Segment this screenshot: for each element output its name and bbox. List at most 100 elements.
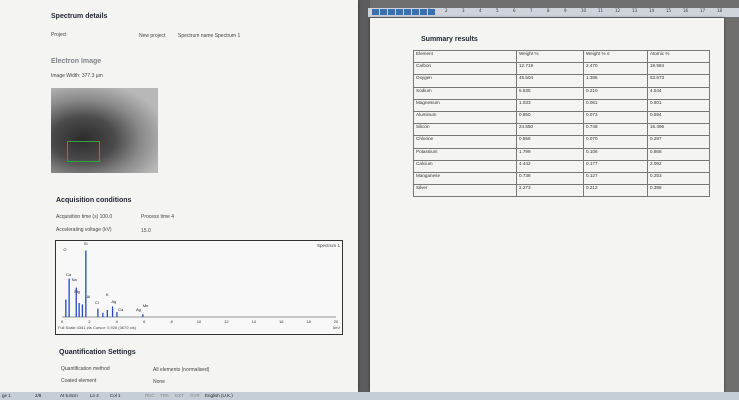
value-cell: 0.073 — [583, 110, 648, 125]
report-page-left: Spectrum details Project New project Spe… — [0, 0, 358, 392]
ruler-number: 8 — [547, 8, 550, 13]
table-header-row: Element Weight % Weight % σ Atomic % — [413, 49, 710, 64]
peak-label: Mn — [143, 303, 149, 308]
quantification-heading: Quantification Settings — [59, 349, 136, 356]
value-cell: 0.556 — [516, 135, 584, 149]
status-ext[interactable]: EXT — [175, 393, 184, 398]
summary-results-table: Element Weight % Weight % σ Atomic % Carbon 1… — [413, 49, 710, 198]
value-cell: 4.442 — [516, 159, 584, 173]
electron-image — [51, 88, 158, 173]
x-tick-label: 2 — [88, 319, 91, 324]
column-header: Atomic % — [647, 49, 710, 64]
status-bar: ge 1 2/8 At 5.8cm Ln 4 Col 1 REC TRK EXT… — [0, 392, 739, 400]
value-cell: 0.127 — [583, 171, 648, 186]
value-cell: 0.868 — [647, 147, 710, 161]
project-value: New project — [139, 33, 166, 39]
column-header: Element — [413, 49, 517, 64]
ruler-number: 17 — [700, 8, 706, 13]
value-cell: 12.719 — [516, 62, 584, 76]
status-ln: Ln 4 — [90, 393, 99, 398]
status-trk[interactable]: TRK — [160, 393, 169, 398]
value-cell: 0.398 — [647, 184, 710, 198]
x-tick-label: 6 — [143, 319, 146, 324]
peak-label: Mg — [74, 289, 80, 294]
column-header: Weight % σ — [583, 49, 648, 64]
electron-image-heading: Electron Image — [51, 58, 102, 65]
spectrum-footer: Full Scale 4341 cts Cursor: 0.926 (3670 … — [58, 325, 137, 330]
element-cell: Silver — [413, 184, 517, 198]
table-row: Silver 2.273 0.212 0.398 — [413, 184, 710, 198]
ruler-marker — [420, 9, 427, 15]
quant-method-value: All elements (normalised) — [153, 367, 210, 373]
ruler-marker — [404, 9, 411, 15]
status-col: Col 1 — [110, 393, 121, 398]
x-tick-label: 4 — [116, 319, 119, 324]
element-cell: Oxygen — [413, 74, 517, 88]
value-cell: 0.212 — [583, 184, 648, 198]
x-tick-label: 16 — [279, 319, 284, 324]
project-label: Project — [51, 32, 67, 38]
value-cell: 0.210 — [583, 86, 648, 100]
element-cell: Silicon — [413, 123, 517, 137]
value-cell: 19.984 — [647, 62, 710, 76]
x-tick-label: 12 — [224, 319, 229, 324]
value-cell: 0.070 — [583, 135, 648, 149]
x-tick-label: 14 — [252, 319, 257, 324]
coated-value: None — [153, 379, 165, 385]
value-cell: 16.496 — [647, 123, 710, 137]
table-row: Oxygen 45.504 1.386 53.673 — [413, 74, 710, 88]
peak-label: O — [63, 247, 66, 252]
peak-label: Si — [84, 241, 88, 246]
table-row: Aluminum 0.850 0.073 0.594 — [413, 110, 710, 125]
value-cell: 0.801 — [647, 98, 710, 112]
value-cell: 5.535 — [516, 86, 584, 100]
element-cell: Chlorine — [413, 135, 517, 149]
value-cell: 1.799 — [516, 147, 584, 161]
status-page: ge 1 — [2, 393, 11, 398]
ruler-number: 12 — [615, 8, 621, 13]
table-row: Silicon 24.550 0.748 16.496 — [413, 123, 710, 137]
status-ovr[interactable]: OVR — [190, 393, 200, 398]
x-tick-label: 8 — [170, 319, 173, 324]
value-cell: 2.092 — [647, 159, 710, 173]
accelerating-voltage-label: Accelerating voltage (kV) — [56, 227, 112, 233]
ruler-marker — [396, 9, 403, 15]
peak-label: Ag — [111, 299, 116, 304]
ruler-marker — [388, 9, 395, 15]
table-row: Calcium 4.442 0.177 2.092 — [413, 159, 710, 173]
column-header: Weight % — [516, 49, 584, 64]
selection-box — [67, 141, 100, 162]
ruler-number: 15 — [666, 8, 672, 13]
horizontal-ruler[interactable]: 123456789101112131415161718 — [368, 8, 739, 17]
value-cell: 0.106 — [583, 147, 648, 161]
peak-label: Ag — [136, 307, 141, 312]
peak-label: Al — [87, 294, 91, 299]
value-cell: 2.470 — [583, 62, 648, 76]
table-row: Potassium 1.799 0.106 0.868 — [413, 147, 710, 161]
element-cell: Potassium — [413, 147, 517, 161]
peak-label: Cl — [95, 300, 99, 305]
table-row: Magnesium 1.033 0.061 0.801 — [413, 98, 710, 112]
ruler-number: 18 — [717, 8, 723, 13]
ruler-number: 5 — [496, 8, 499, 13]
value-cell: 2.273 — [516, 184, 584, 198]
element-cell: Sodium — [413, 86, 517, 100]
value-cell: 45.504 — [516, 74, 584, 88]
element-cell: Aluminum — [413, 110, 517, 125]
x-unit: keV — [333, 325, 340, 330]
value-cell: 24.550 — [516, 123, 584, 137]
peak-label: Ca — [66, 272, 72, 277]
peak-label: Na — [72, 277, 78, 282]
x-tick-label: 0 — [61, 319, 64, 324]
status-rec[interactable]: REC — [145, 393, 155, 398]
image-width: Image Width: 377.3 µm — [51, 73, 103, 79]
ruler-number: 10 — [581, 8, 587, 13]
ruler-number: 7 — [530, 8, 533, 13]
spectrum-details-heading: Spectrum details — [51, 13, 108, 20]
ruler-number: 11 — [598, 8, 604, 13]
acquisition-heading: Acquisition conditions — [56, 197, 132, 204]
value-cell: 0.297 — [647, 135, 710, 149]
status-language[interactable]: English (U.K.) — [205, 393, 233, 398]
ruler-number: 6 — [513, 8, 516, 13]
quant-method-label: Quantification method — [61, 366, 110, 372]
